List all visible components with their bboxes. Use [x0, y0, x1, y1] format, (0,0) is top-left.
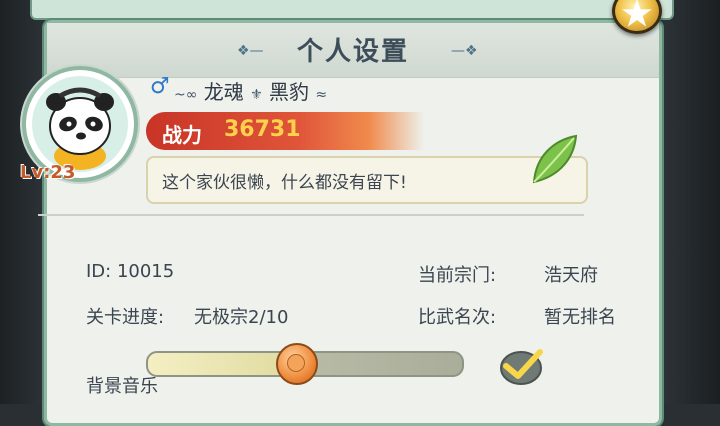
name-left-ornament-icon: ~∞ [174, 87, 198, 103]
player-name: ~∞ 龙魂 ⚜ 黑豹 ≈ [174, 76, 327, 105]
motto-text: 这个家伙很懒，什么都没有留下! [162, 173, 407, 193]
sect-value: 浩天府 [544, 265, 598, 286]
level-text: Lv:23 [20, 162, 76, 183]
title-right-ornament-icon: —❖ [451, 43, 478, 59]
bg-music-label: 背景音乐 [86, 376, 158, 397]
progress-value: 无极宗2/10 [194, 307, 289, 328]
rank-label: 比武名次: [418, 307, 497, 328]
left-background [0, 0, 44, 404]
name-prefix: 龙魂 [203, 80, 244, 104]
progress-label: 关卡进度: [86, 307, 165, 328]
page-title: 个人设置 [296, 37, 409, 67]
edit-leaf-icon[interactable] [524, 132, 580, 188]
power-value: 36731 [224, 117, 301, 142]
name-suffix: 黑豹 [269, 80, 310, 104]
top-frame-strip [30, 0, 674, 20]
name-right-ornament-icon: ≈ [315, 87, 328, 103]
title-bar: ❖— 个人设置 —❖ [47, 23, 659, 78]
male-gender-icon: ♂ [150, 74, 170, 99]
right-background [662, 0, 720, 404]
close-star-icon: ★ [621, 0, 653, 33]
rank-value: 暂无排名 [544, 307, 616, 328]
player-id: ID: 10015 [86, 261, 175, 282]
sect-label: 当前宗门: [418, 265, 497, 286]
name-separator-icon: ⚜ [250, 87, 263, 103]
section-divider [38, 214, 584, 216]
bg-music-check-icon[interactable] [498, 346, 544, 386]
knob-center [287, 354, 306, 372]
power-label: 战力 [162, 123, 202, 147]
